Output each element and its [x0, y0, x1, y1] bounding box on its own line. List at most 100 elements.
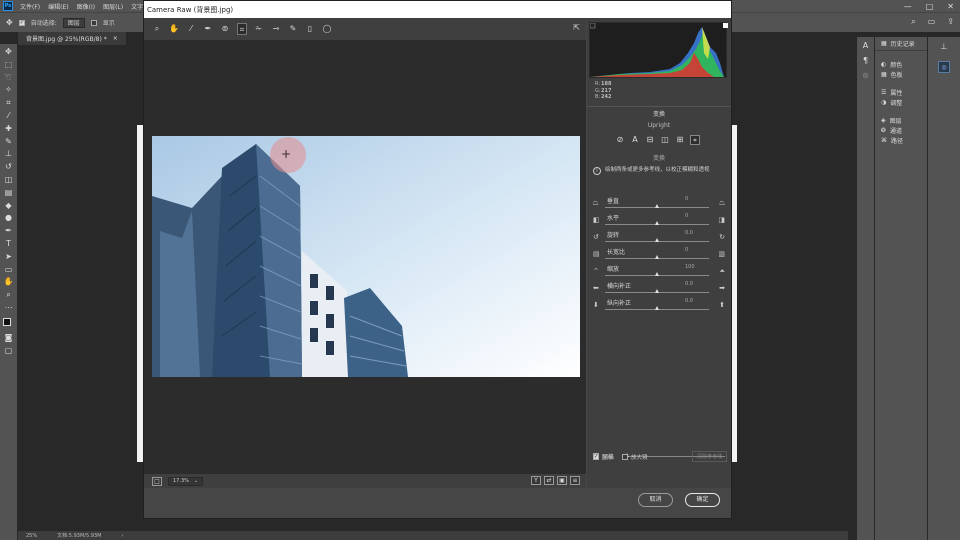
slider-value[interactable]: 0 — [685, 247, 688, 253]
document-tab-close-icon[interactable]: × — [113, 35, 118, 42]
radial-filter-tool-icon[interactable]: ◯ — [322, 23, 332, 35]
zoom-level-dropdown[interactable]: 17.3% ⌄ — [168, 476, 204, 486]
upright-full-icon[interactable]: ⊞ — [675, 135, 685, 145]
zoom-out-icon[interactable]: □ — [152, 476, 162, 486]
slider-value[interactable]: 0.0 — [685, 298, 693, 304]
hand-panel-icon[interactable]: ⊛ — [862, 71, 869, 80]
slider-track[interactable] — [605, 272, 709, 276]
cancel-button[interactable]: 取消 — [638, 493, 673, 507]
hand-tool-icon[interactable]: ✋ — [169, 23, 179, 35]
gradient-tool-icon[interactable]: ▤ — [3, 187, 15, 199]
share-icon[interactable]: ⇪ — [947, 17, 954, 27]
image-preview[interactable]: + — [144, 40, 586, 474]
slider-thumb[interactable] — [654, 272, 659, 276]
panel-item-color[interactable]: ◐ 颜色 — [875, 59, 927, 69]
eyedropper-tool-icon[interactable]: ⁄ — [3, 110, 15, 122]
move-tool-icon[interactable]: ✥ — [3, 46, 15, 58]
crop-tool-icon[interactable]: ⌗ — [3, 97, 15, 109]
red-eye-tool-icon[interactable]: ⊸ — [271, 23, 281, 35]
copy-settings-icon[interactable]: ▣ — [557, 476, 567, 485]
magnifier-checkbox[interactable] — [622, 453, 629, 460]
slider-track[interactable] — [605, 204, 709, 208]
marquee-tool-icon[interactable]: ⬚ — [3, 59, 15, 71]
slider-track[interactable] — [605, 221, 709, 225]
slider-track[interactable] — [605, 289, 709, 293]
menu-image[interactable]: 图像(I) — [73, 2, 99, 11]
workspace-icon[interactable]: ▭ — [928, 17, 936, 27]
slider-value[interactable]: 0.0 — [685, 281, 693, 287]
menu-edit[interactable]: 编辑(E) — [44, 2, 72, 11]
panel-item-channels[interactable]: ❂ 通道 — [875, 125, 927, 135]
targeted-adjustment-tool-icon[interactable]: ⊚ — [220, 23, 230, 35]
upright-guided-icon[interactable]: ⌗ — [690, 135, 700, 145]
pen-tool-icon[interactable]: ✒ — [3, 225, 15, 237]
auto-select-dropdown[interactable]: 图层 — [62, 17, 85, 28]
healing-brush-tool-icon[interactable]: ✚ — [3, 123, 15, 135]
slider-value[interactable]: 100 — [685, 264, 695, 270]
slider-thumb[interactable] — [654, 306, 659, 310]
eraser-tool-icon[interactable]: ◫ — [3, 174, 15, 186]
brush-tool-icon[interactable]: ✎ — [3, 136, 15, 148]
slider-track[interactable] — [605, 238, 709, 242]
upright-off-icon[interactable]: ⊘ — [615, 135, 625, 145]
panel-item-paths[interactable]: ⌘ 路径 — [875, 135, 927, 145]
hand-tool-icon[interactable]: ✋ — [3, 276, 15, 288]
blur-tool-icon[interactable]: ◆ — [3, 200, 15, 212]
close-icon[interactable]: ✕ — [947, 2, 954, 11]
type-tool-icon[interactable]: T — [3, 238, 15, 250]
adjustment-brush-tool-icon[interactable]: ✎ — [288, 23, 298, 35]
libraries-icon[interactable]: ⊥ — [941, 42, 948, 51]
graduated-filter-tool-icon[interactable]: ▯ — [305, 23, 315, 35]
document-tab[interactable]: 背景图.jpg @ 25%(RGB/8) * × — [18, 32, 126, 45]
zoom-tool-icon[interactable]: ⌕ — [152, 23, 162, 35]
zoom-tool-icon[interactable]: ⌕ — [3, 289, 15, 301]
toggle-fullscreen-icon[interactable]: ⇱ — [573, 23, 580, 32]
quick-mask-icon[interactable]: ◙ — [3, 332, 15, 344]
clear-guides-button[interactable]: 清除参考线 — [691, 451, 727, 462]
slider-thumb[interactable] — [654, 221, 659, 225]
foreground-color-swatch[interactable] — [2, 317, 11, 326]
preview-photo[interactable]: + — [152, 136, 580, 377]
slider-value[interactable]: 0.0 — [685, 230, 693, 236]
slider-track[interactable] — [605, 306, 709, 310]
status-arrow-icon[interactable]: › — [121, 533, 123, 539]
slider-value[interactable]: 0 — [685, 196, 688, 202]
history-panel-tab[interactable]: ▦ 历史记录 — [875, 37, 927, 51]
show-guides-checkbox[interactable]: ✓ — [593, 453, 599, 460]
before-after-y-icon[interactable]: Y — [531, 476, 541, 485]
maximize-icon[interactable]: □ — [926, 2, 934, 11]
stamp-tool-icon[interactable]: ⊥ — [3, 148, 15, 160]
white-balance-tool-icon[interactable]: ⁄ — [186, 23, 196, 35]
slider-thumb[interactable] — [654, 204, 659, 208]
show-transform-checkbox[interactable] — [90, 19, 97, 26]
history-brush-tool-icon[interactable]: ↺ — [3, 161, 15, 173]
panel-item-properties[interactable]: ☰ 属性 — [875, 87, 927, 97]
transform-tool-icon[interactable]: ⌗ — [237, 23, 247, 35]
magic-wand-tool-icon[interactable]: ✧ — [3, 84, 15, 96]
upright-auto-icon[interactable]: A — [630, 135, 640, 145]
slider-thumb[interactable] — [654, 255, 659, 259]
slider-thumb[interactable] — [654, 238, 659, 242]
auto-select-checkbox[interactable]: ✓ — [18, 19, 25, 26]
panel-item-swatches[interactable]: ▦ 色板 — [875, 69, 927, 79]
learn-panel-icon[interactable]: ◎ — [938, 61, 950, 73]
more-tools-icon[interactable]: ⋯ — [3, 302, 15, 314]
ok-button[interactable]: 确定 — [685, 493, 720, 507]
menu-layer[interactable]: 图层(L) — [99, 2, 127, 11]
spot-removal-tool-icon[interactable]: ✁ — [254, 23, 264, 35]
swap-settings-icon[interactable]: ⇄ — [544, 476, 554, 485]
minimize-icon[interactable]: — — [904, 2, 912, 11]
slider-track[interactable] — [605, 255, 709, 259]
menu-file[interactable]: 文件(F) — [16, 2, 44, 11]
upright-level-icon[interactable]: ⊟ — [645, 135, 655, 145]
color-sampler-tool-icon[interactable]: ✒ — [203, 23, 213, 35]
upright-vertical-icon[interactable]: ◫ — [660, 135, 670, 145]
character-panel-icon[interactable]: A — [863, 41, 868, 50]
slider-thumb[interactable] — [654, 289, 659, 293]
search-icon[interactable]: ⌕ — [911, 17, 915, 27]
paragraph-panel-icon[interactable]: ¶ — [863, 56, 868, 65]
lasso-tool-icon[interactable]: ➰ — [3, 72, 15, 84]
color-swatches[interactable] — [2, 317, 16, 331]
preview-preferences-icon[interactable]: ≡ — [570, 476, 580, 485]
path-selection-tool-icon[interactable]: ➤ — [3, 251, 15, 263]
